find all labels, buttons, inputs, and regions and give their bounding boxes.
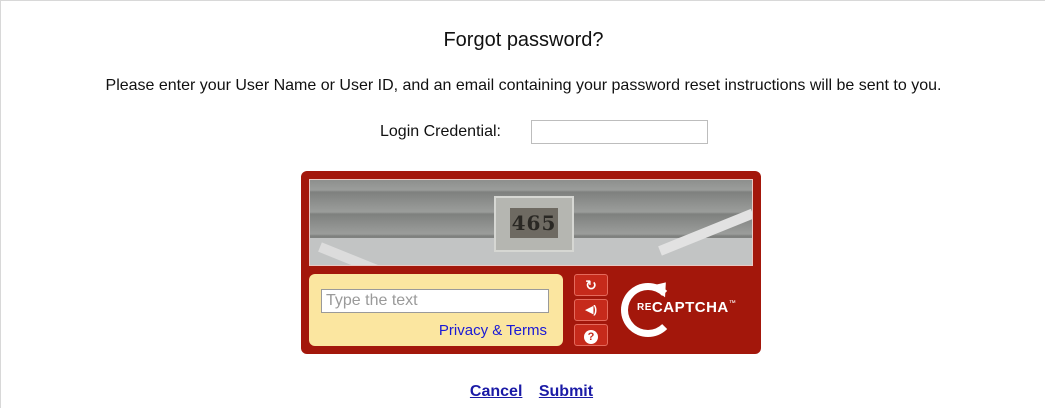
help-icon: ? [584,330,598,344]
captcha-house-number: 465 [510,208,558,238]
page-title: Forgot password? [443,29,604,51]
recaptcha-widget: 465 Privacy & Terms ↻ ◀) ? RECAPTCHA™ [301,171,761,354]
captcha-house-number-plaque: 465 [494,196,574,252]
recaptcha-logo: RECAPTCHA™ [617,276,753,339]
captcha-reload-button[interactable]: ↻ [574,274,608,296]
recaptcha-wordmark: RECAPTCHA™ [637,299,737,316]
captcha-image: 465 [309,179,753,266]
forgot-password-page: Forgot password? Please enter your User … [0,0,1045,408]
captcha-button-column: ↻ ◀) ? [574,274,608,346]
captcha-help-button[interactable]: ? [574,324,608,346]
audio-icon: ◀) [584,304,598,316]
instructions-text: Please enter your User Name or User ID, … [105,77,942,94]
captcha-response-input[interactable] [321,289,549,313]
captcha-entry-panel: Privacy & Terms [309,274,563,346]
login-credential-input[interactable] [531,120,708,144]
cancel-link[interactable]: Cancel [470,383,522,400]
submit-link[interactable]: Submit [539,383,593,400]
reload-icon: ↻ [585,277,597,293]
form-actions: Cancel Submit [1,383,1045,401]
captcha-audio-button[interactable]: ◀) [574,299,608,321]
privacy-terms-link[interactable]: Privacy & Terms [439,322,547,339]
credential-row: Login Credential: [1,119,1045,147]
credential-label: Login Credential: [380,123,501,140]
